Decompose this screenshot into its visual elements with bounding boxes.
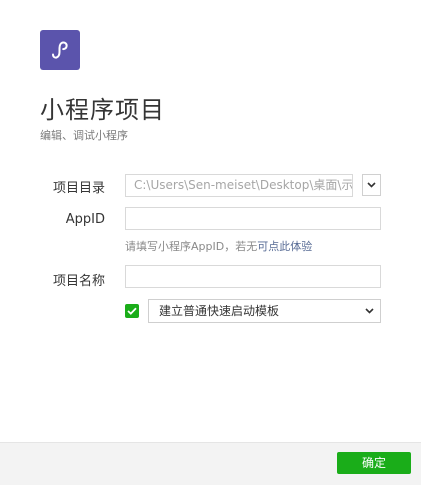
- template-selected-value: 建立普通快速启动模板: [159, 304, 280, 318]
- template-checkbox[interactable]: [125, 304, 139, 318]
- directory-field[interactable]: C:\Users\Sen-meiset\Desktop\桌面\示例: [125, 174, 353, 197]
- appid-input[interactable]: [125, 207, 381, 230]
- appid-label: AppID: [65, 212, 105, 227]
- try-it-link[interactable]: 可点此体验: [257, 240, 312, 253]
- template-select[interactable]: 建立普通快速启动模板: [148, 299, 381, 323]
- appid-hint: 请填写小程序AppID，若无可点此体验: [125, 238, 312, 254]
- appid-hint-text: 请填写小程序AppID，若无: [125, 240, 258, 253]
- project-name-input[interactable]: [125, 265, 381, 288]
- mini-program-logo-icon: [40, 30, 80, 70]
- checkmark-icon: [127, 307, 137, 315]
- project-name-label: 项目名称: [52, 274, 105, 289]
- chevron-down-icon: [367, 182, 376, 188]
- directory-dropdown-button[interactable]: [362, 174, 381, 196]
- chevron-down-icon: [365, 300, 374, 322]
- page-subtitle: 编辑、调试小程序: [40, 129, 128, 142]
- confirm-button[interactable]: 确定: [337, 452, 411, 474]
- page-title: 小程序项目: [40, 96, 165, 124]
- directory-label: 项目目录: [52, 181, 105, 196]
